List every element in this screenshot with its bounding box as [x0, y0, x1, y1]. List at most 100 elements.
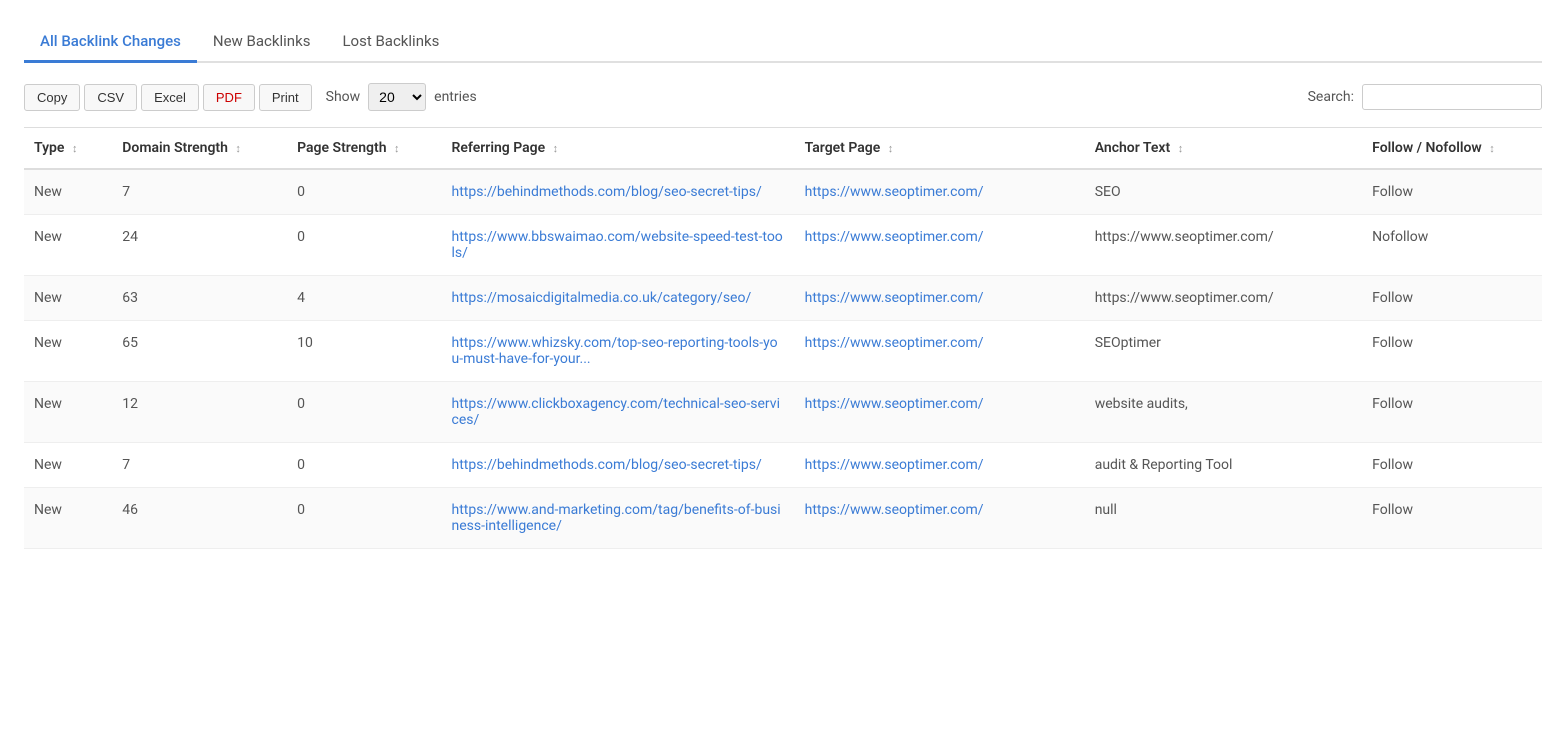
cell-anchor_text: audit & Reporting Tool [1085, 443, 1362, 488]
cell-domain_strength: 24 [112, 215, 287, 276]
link-target_page[interactable]: https://www.seoptimer.com/ [805, 229, 984, 245]
cell-referring_page: https://behindmethods.com/blog/seo-secre… [441, 443, 794, 488]
cell-follow: Follow [1362, 443, 1542, 488]
cell-domain_strength: 63 [112, 276, 287, 321]
toolbar-left: Copy CSV Excel PDF Print Show 10 20 50 1… [24, 83, 477, 111]
table-row: New120 https://www.clickboxagency.com/tec… [24, 382, 1542, 443]
cell-anchor_text: SEO [1085, 169, 1362, 215]
sort-icon-follow[interactable]: ↕ [1489, 142, 1495, 155]
toolbar: Copy CSV Excel PDF Print Show 10 20 50 1… [24, 83, 1542, 111]
sort-icon-type[interactable]: ↕ [72, 142, 78, 155]
cell-type: New [24, 215, 112, 276]
cell-follow: Follow [1362, 321, 1542, 382]
cell-page_strength: 0 [287, 169, 441, 215]
cell-page_strength: 10 [287, 321, 441, 382]
col-header-follow: Follow / Nofollow ↕ [1362, 128, 1542, 170]
cell-referring_page: https://www.and-marketing.com/tag/benefi… [441, 488, 794, 549]
link-referring_page[interactable]: https://www.and-marketing.com/tag/benefi… [451, 502, 780, 534]
sort-icon-anchor[interactable]: ↕ [1178, 142, 1184, 155]
sort-icon-target[interactable]: ↕ [888, 142, 894, 155]
link-target_page[interactable]: https://www.seoptimer.com/ [805, 335, 984, 351]
cell-type: New [24, 169, 112, 215]
link-target_page[interactable]: https://www.seoptimer.com/ [805, 184, 984, 200]
cell-anchor_text: null [1085, 488, 1362, 549]
table-row: New6510 https://www.whizsky.com/top-seo-r… [24, 321, 1542, 382]
col-header-page-strength: Page Strength ↕ [287, 128, 441, 170]
cell-target_page: https://www.seoptimer.com/ [795, 276, 1085, 321]
table-row: New460 https://www.and-marketing.com/tag/… [24, 488, 1542, 549]
cell-page_strength: 0 [287, 443, 441, 488]
link-referring_page[interactable]: https://www.whizsky.com/top-seo-reportin… [451, 335, 777, 367]
cell-follow: Follow [1362, 488, 1542, 549]
search-input[interactable] [1362, 84, 1542, 110]
tab-all-backlink-changes[interactable]: All Backlink Changes [24, 22, 197, 63]
csv-button[interactable]: CSV [84, 84, 137, 111]
cell-target_page: https://www.seoptimer.com/ [795, 169, 1085, 215]
cell-page_strength: 0 [287, 215, 441, 276]
cell-target_page: https://www.seoptimer.com/ [795, 321, 1085, 382]
cell-anchor_text: SEOptimer [1085, 321, 1362, 382]
excel-button[interactable]: Excel [141, 84, 199, 111]
cell-anchor_text: https://www.seoptimer.com/ [1085, 276, 1362, 321]
cell-page_strength: 0 [287, 488, 441, 549]
cell-page_strength: 4 [287, 276, 441, 321]
col-header-anchor-text: Anchor Text ↕ [1085, 128, 1362, 170]
toolbar-right: Search: [1308, 84, 1542, 110]
cell-referring_page: https://www.bbswaimao.com/website-speed-… [441, 215, 794, 276]
cell-domain_strength: 7 [112, 169, 287, 215]
link-referring_page[interactable]: https://www.clickboxagency.com/technical… [451, 396, 780, 428]
search-label: Search: [1308, 89, 1354, 105]
backlinks-table: Type ↕ Domain Strength ↕ Page Strength ↕… [24, 127, 1542, 549]
link-referring_page[interactable]: https://mosaicdigitalmedia.co.uk/categor… [451, 290, 751, 306]
cell-type: New [24, 382, 112, 443]
entries-text: entries [434, 89, 477, 105]
link-referring_page[interactable]: https://behindmethods.com/blog/seo-secre… [451, 457, 761, 473]
cell-domain_strength: 65 [112, 321, 287, 382]
cell-referring_page: https://behindmethods.com/blog/seo-secre… [441, 169, 794, 215]
table-row: New634 https://mosaicdigitalmedia.co.uk/c… [24, 276, 1542, 321]
cell-page_strength: 0 [287, 382, 441, 443]
cell-type: New [24, 276, 112, 321]
cell-target_page: https://www.seoptimer.com/ [795, 382, 1085, 443]
cell-type: New [24, 488, 112, 549]
entries-select[interactable]: 10 20 50 100 [368, 83, 426, 111]
col-header-target-page: Target Page ↕ [795, 128, 1085, 170]
cell-follow: Nofollow [1362, 215, 1542, 276]
tab-lost-backlinks[interactable]: Lost Backlinks [326, 22, 455, 63]
cell-domain_strength: 12 [112, 382, 287, 443]
tab-new-backlinks[interactable]: New Backlinks [197, 22, 327, 63]
col-header-type: Type ↕ [24, 128, 112, 170]
copy-button[interactable]: Copy [24, 84, 80, 111]
cell-target_page: https://www.seoptimer.com/ [795, 488, 1085, 549]
link-target_page[interactable]: https://www.seoptimer.com/ [805, 396, 984, 412]
link-target_page[interactable]: https://www.seoptimer.com/ [805, 457, 984, 473]
cell-type: New [24, 321, 112, 382]
col-header-referring-page: Referring Page ↕ [441, 128, 794, 170]
cell-referring_page: https://www.whizsky.com/top-seo-reportin… [441, 321, 794, 382]
sort-icon-page[interactable]: ↕ [394, 142, 400, 155]
pdf-button[interactable]: PDF [203, 84, 255, 111]
link-target_page[interactable]: https://www.seoptimer.com/ [805, 502, 984, 518]
link-target_page[interactable]: https://www.seoptimer.com/ [805, 290, 984, 306]
cell-type: New [24, 443, 112, 488]
cell-target_page: https://www.seoptimer.com/ [795, 443, 1085, 488]
cell-domain_strength: 46 [112, 488, 287, 549]
show-label: Show [326, 89, 361, 105]
cell-follow: Follow [1362, 169, 1542, 215]
sort-icon-domain[interactable]: ↕ [235, 142, 241, 155]
tabs-container: All Backlink Changes New Backlinks Lost … [24, 20, 1542, 63]
table-row: New70 https://behindmethods.com/blog/seo-… [24, 443, 1542, 488]
cell-follow: Follow [1362, 382, 1542, 443]
table-row: New240 https://www.bbswaimao.com/website-… [24, 215, 1542, 276]
cell-referring_page: https://www.clickboxagency.com/technical… [441, 382, 794, 443]
cell-anchor_text: website audits, [1085, 382, 1362, 443]
cell-anchor_text: https://www.seoptimer.com/ [1085, 215, 1362, 276]
cell-referring_page: https://mosaicdigitalmedia.co.uk/categor… [441, 276, 794, 321]
link-referring_page[interactable]: https://behindmethods.com/blog/seo-secre… [451, 184, 761, 200]
sort-icon-referring[interactable]: ↕ [553, 142, 559, 155]
table-header-row: Type ↕ Domain Strength ↕ Page Strength ↕… [24, 128, 1542, 170]
print-button[interactable]: Print [259, 84, 312, 111]
cell-domain_strength: 7 [112, 443, 287, 488]
table-row: New70 https://behindmethods.com/blog/seo-… [24, 169, 1542, 215]
link-referring_page[interactable]: https://www.bbswaimao.com/website-speed-… [451, 229, 782, 261]
